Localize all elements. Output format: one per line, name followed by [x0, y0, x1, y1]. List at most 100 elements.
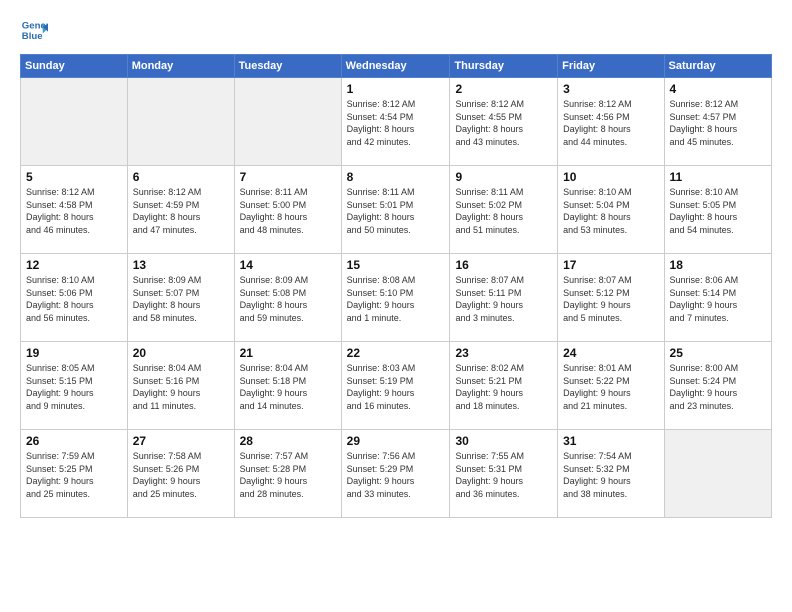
calendar-cell: 12 Sunrise: 8:10 AM Sunset: 5:06 PM Dayli…: [21, 254, 128, 342]
calendar-cell: 30 Sunrise: 7:55 AM Sunset: 5:31 PM Dayli…: [450, 430, 558, 518]
day-number: 23: [455, 346, 552, 360]
calendar-cell: [234, 78, 341, 166]
day-number: 2: [455, 82, 552, 96]
day-number: 28: [240, 434, 336, 448]
day-info: Sunrise: 8:09 AM Sunset: 5:07 PM Dayligh…: [133, 274, 229, 324]
day-number: 18: [670, 258, 766, 272]
calendar-cell: 10 Sunrise: 8:10 AM Sunset: 5:04 PM Dayli…: [558, 166, 664, 254]
day-number: 12: [26, 258, 122, 272]
calendar-cell: 19Sunrise: 8:05 AM Sunset: 5:15 PM Dayli…: [21, 342, 128, 430]
day-number: 9: [455, 170, 552, 184]
day-number: 20: [133, 346, 229, 360]
calendar-cell: 9 Sunrise: 8:11 AM Sunset: 5:02 PM Daylig…: [450, 166, 558, 254]
logo: General Blue: [20, 16, 54, 44]
calendar-cell: 14Sunrise: 8:09 AM Sunset: 5:08 PM Dayli…: [234, 254, 341, 342]
day-number: 19: [26, 346, 122, 360]
header: General Blue: [20, 16, 772, 44]
day-info: Sunrise: 8:07 AM Sunset: 5:12 PM Dayligh…: [563, 274, 658, 324]
logo-icon: General Blue: [20, 16, 48, 44]
calendar-cell: 17Sunrise: 8:07 AM Sunset: 5:12 PM Dayli…: [558, 254, 664, 342]
calendar-cell: 23 Sunrise: 8:02 AM Sunset: 5:21 PM Dayli…: [450, 342, 558, 430]
col-header-wednesday: Wednesday: [341, 55, 450, 78]
col-header-thursday: Thursday: [450, 55, 558, 78]
day-number: 24: [563, 346, 658, 360]
calendar-cell: 5Sunrise: 8:12 AM Sunset: 4:58 PM Daylig…: [21, 166, 128, 254]
calendar-cell: 31 Sunrise: 7:54 AM Sunset: 5:32 PM Dayli…: [558, 430, 664, 518]
calendar-cell: 21Sunrise: 8:04 AM Sunset: 5:18 PM Dayli…: [234, 342, 341, 430]
calendar-cell: [664, 430, 771, 518]
day-number: 14: [240, 258, 336, 272]
calendar-cell: 28 Sunrise: 7:57 AM Sunset: 5:28 PM Dayli…: [234, 430, 341, 518]
day-info: Sunrise: 8:08 AM Sunset: 5:10 PM Dayligh…: [347, 274, 445, 324]
day-number: 7: [240, 170, 336, 184]
day-info: Sunrise: 8:11 AM Sunset: 5:02 PM Dayligh…: [455, 186, 552, 236]
calendar-cell: 6 Sunrise: 8:12 AM Sunset: 4:59 PM Daylig…: [127, 166, 234, 254]
calendar-cell: 3 Sunrise: 8:12 AM Sunset: 4:56 PM Daylig…: [558, 78, 664, 166]
calendar-cell: 24 Sunrise: 8:01 AM Sunset: 5:22 PM Dayli…: [558, 342, 664, 430]
calendar-week-0: 1 Sunrise: 8:12 AM Sunset: 4:54 PM Daylig…: [21, 78, 772, 166]
day-info: Sunrise: 8:07 AM Sunset: 5:11 PM Dayligh…: [455, 274, 552, 324]
calendar-cell: [127, 78, 234, 166]
calendar-cell: 29 Sunrise: 7:56 AM Sunset: 5:29 PM Dayli…: [341, 430, 450, 518]
day-info: Sunrise: 8:04 AM Sunset: 5:16 PM Dayligh…: [133, 362, 229, 412]
day-info: Sunrise: 7:57 AM Sunset: 5:28 PM Dayligh…: [240, 450, 336, 500]
page: General Blue SundayMondayTuesdayWednesda…: [0, 0, 792, 612]
day-info: Sunrise: 8:03 AM Sunset: 5:19 PM Dayligh…: [347, 362, 445, 412]
calendar-cell: 13 Sunrise: 8:09 AM Sunset: 5:07 PM Dayli…: [127, 254, 234, 342]
day-info: Sunrise: 8:01 AM Sunset: 5:22 PM Dayligh…: [563, 362, 658, 412]
calendar-week-1: 5Sunrise: 8:12 AM Sunset: 4:58 PM Daylig…: [21, 166, 772, 254]
col-header-friday: Friday: [558, 55, 664, 78]
day-number: 3: [563, 82, 658, 96]
day-number: 13: [133, 258, 229, 272]
day-number: 5: [26, 170, 122, 184]
day-number: 6: [133, 170, 229, 184]
calendar-header-row: SundayMondayTuesdayWednesdayThursdayFrid…: [21, 55, 772, 78]
day-info: Sunrise: 8:06 AM Sunset: 5:14 PM Dayligh…: [670, 274, 766, 324]
day-info: Sunrise: 7:54 AM Sunset: 5:32 PM Dayligh…: [563, 450, 658, 500]
day-info: Sunrise: 8:10 AM Sunset: 5:06 PM Dayligh…: [26, 274, 122, 324]
day-info: Sunrise: 8:12 AM Sunset: 4:55 PM Dayligh…: [455, 98, 552, 148]
calendar-table: SundayMondayTuesdayWednesdayThursdayFrid…: [20, 54, 772, 518]
calendar-cell: 25 Sunrise: 8:00 AM Sunset: 5:24 PM Dayli…: [664, 342, 771, 430]
day-number: 15: [347, 258, 445, 272]
calendar-cell: 1 Sunrise: 8:12 AM Sunset: 4:54 PM Daylig…: [341, 78, 450, 166]
day-number: 16: [455, 258, 552, 272]
day-info: Sunrise: 7:58 AM Sunset: 5:26 PM Dayligh…: [133, 450, 229, 500]
day-number: 27: [133, 434, 229, 448]
calendar-week-4: 26Sunrise: 7:59 AM Sunset: 5:25 PM Dayli…: [21, 430, 772, 518]
day-info: Sunrise: 8:00 AM Sunset: 5:24 PM Dayligh…: [670, 362, 766, 412]
day-info: Sunrise: 8:02 AM Sunset: 5:21 PM Dayligh…: [455, 362, 552, 412]
day-info: Sunrise: 8:12 AM Sunset: 4:59 PM Dayligh…: [133, 186, 229, 236]
col-header-monday: Monday: [127, 55, 234, 78]
calendar-cell: 26Sunrise: 7:59 AM Sunset: 5:25 PM Dayli…: [21, 430, 128, 518]
day-number: 1: [347, 82, 445, 96]
calendar-cell: [21, 78, 128, 166]
day-number: 22: [347, 346, 445, 360]
day-number: 10: [563, 170, 658, 184]
day-number: 25: [670, 346, 766, 360]
day-number: 4: [670, 82, 766, 96]
day-number: 30: [455, 434, 552, 448]
day-number: 29: [347, 434, 445, 448]
calendar-cell: 18 Sunrise: 8:06 AM Sunset: 5:14 PM Dayli…: [664, 254, 771, 342]
day-info: Sunrise: 8:11 AM Sunset: 5:01 PM Dayligh…: [347, 186, 445, 236]
day-number: 31: [563, 434, 658, 448]
day-info: Sunrise: 8:12 AM Sunset: 4:56 PM Dayligh…: [563, 98, 658, 148]
day-info: Sunrise: 8:11 AM Sunset: 5:00 PM Dayligh…: [240, 186, 336, 236]
day-info: Sunrise: 7:55 AM Sunset: 5:31 PM Dayligh…: [455, 450, 552, 500]
day-info: Sunrise: 8:10 AM Sunset: 5:05 PM Dayligh…: [670, 186, 766, 236]
calendar-cell: 27 Sunrise: 7:58 AM Sunset: 5:26 PM Dayli…: [127, 430, 234, 518]
day-info: Sunrise: 8:10 AM Sunset: 5:04 PM Dayligh…: [563, 186, 658, 236]
calendar-cell: 15 Sunrise: 8:08 AM Sunset: 5:10 PM Dayli…: [341, 254, 450, 342]
calendar-week-3: 19Sunrise: 8:05 AM Sunset: 5:15 PM Dayli…: [21, 342, 772, 430]
day-number: 8: [347, 170, 445, 184]
calendar-cell: 4Sunrise: 8:12 AM Sunset: 4:57 PM Daylig…: [664, 78, 771, 166]
calendar-cell: 16 Sunrise: 8:07 AM Sunset: 5:11 PM Dayli…: [450, 254, 558, 342]
day-info: Sunrise: 8:12 AM Sunset: 4:54 PM Dayligh…: [347, 98, 445, 148]
calendar-cell: 22 Sunrise: 8:03 AM Sunset: 5:19 PM Dayli…: [341, 342, 450, 430]
day-info: Sunrise: 7:56 AM Sunset: 5:29 PM Dayligh…: [347, 450, 445, 500]
svg-text:Blue: Blue: [22, 31, 43, 42]
calendar-cell: 20 Sunrise: 8:04 AM Sunset: 5:16 PM Dayli…: [127, 342, 234, 430]
day-info: Sunrise: 7:59 AM Sunset: 5:25 PM Dayligh…: [26, 450, 122, 500]
col-header-tuesday: Tuesday: [234, 55, 341, 78]
